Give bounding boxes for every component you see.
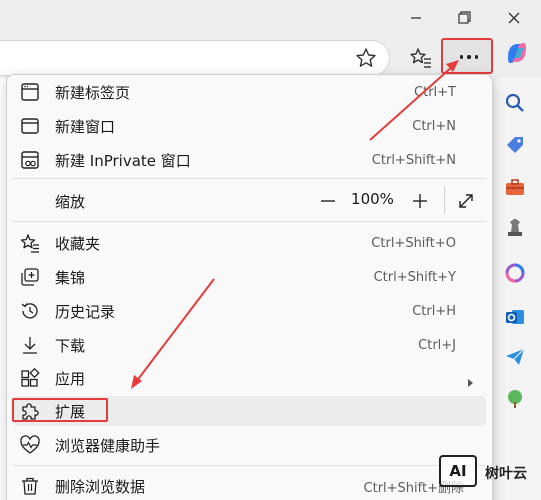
extensions-highlight-box (12, 398, 108, 422)
download-icon (19, 334, 41, 356)
favorites-bar-icon[interactable] (408, 45, 434, 71)
zoom-out-button[interactable] (318, 191, 338, 211)
menu-item-downloads[interactable]: 下载 Ctrl+J (13, 330, 486, 360)
restore-button[interactable] (450, 6, 478, 30)
menu-item-new-tab[interactable]: 新建标签页 Ctrl+T (13, 77, 486, 107)
history-icon (19, 300, 41, 322)
menu-item-shortcut: Ctrl+Shift+N (371, 152, 456, 168)
menu-item-browser-essentials[interactable]: 浏览器健康助手 (13, 430, 486, 460)
menu-item-clear-browsing-data[interactable]: 删除浏览数据 Ctrl+Shift+删除 (13, 471, 486, 500)
menu-item-label: 新建标签页 (55, 83, 131, 102)
chevron-right-icon (465, 373, 475, 387)
favorites-icon (19, 232, 41, 254)
menu-divider (13, 221, 486, 222)
menu-item-shortcut: Ctrl+T (414, 84, 456, 100)
menu-item-shortcut: Ctrl+Shift+Y (373, 269, 456, 285)
zoom-spacer (19, 190, 41, 212)
sidebar-send-icon[interactable] (504, 346, 526, 368)
sidebar-shopping-tag-icon[interactable] (504, 134, 526, 156)
add-favorite-star-icon[interactable] (354, 46, 378, 70)
menu-item-label: 新建窗口 (55, 117, 116, 136)
menu-item-shortcut: Ctrl+H (412, 303, 456, 319)
menu-item-label: 收藏夹 (55, 234, 101, 253)
sidebar-games-icon[interactable] (504, 216, 526, 238)
menu-item-label: 删除浏览数据 (55, 477, 146, 496)
zoom-level: 100% (351, 190, 394, 208)
sidebar-office-icon[interactable] (504, 262, 526, 284)
menu-item-shortcut: Ctrl+Shift+O (371, 235, 456, 251)
address-bar[interactable] (0, 40, 390, 76)
menu-item-shortcut: Ctrl+N (412, 118, 456, 134)
apps-icon (19, 367, 41, 389)
heart-pulse-icon (19, 434, 41, 456)
zoom-separator (444, 186, 445, 214)
menu-item-label: 新建 InPrivate 窗口 (55, 151, 191, 170)
new-tab-icon (19, 81, 41, 103)
minimize-button[interactable] (402, 6, 430, 30)
inprivate-icon (19, 149, 41, 171)
menu-item-collections[interactable]: 集锦 Ctrl+Shift+Y (13, 262, 486, 292)
menu-item-apps[interactable]: 应用 (13, 363, 486, 393)
menu-item-label: 应用 (55, 369, 86, 388)
menu-item-label: 浏览器健康助手 (55, 436, 161, 455)
menu-item-label: 集锦 (55, 268, 86, 287)
menu-item-label: 下载 (55, 336, 86, 355)
menu-item-favorites[interactable]: 收藏夹 Ctrl+Shift+O (13, 228, 486, 258)
menu-item-new-inprivate[interactable]: 新建 InPrivate 窗口 Ctrl+Shift+N (13, 145, 486, 175)
new-window-icon (19, 115, 41, 137)
sidebar-outlook-icon[interactable] (504, 306, 526, 328)
zoom-in-button[interactable] (410, 191, 430, 211)
watermark-text: 树叶云 (485, 466, 527, 482)
sidebar-search-icon[interactable] (504, 92, 526, 114)
trash-icon (19, 475, 41, 497)
sidebar-tools-icon[interactable] (504, 176, 526, 198)
fullscreen-button[interactable] (456, 191, 476, 211)
menu-item-shortcut: Ctrl+J (418, 337, 456, 353)
close-window-button[interactable] (500, 6, 528, 30)
watermark-badge: AI (439, 455, 477, 487)
more-button-highlight-box (441, 38, 493, 74)
menu-item-history[interactable]: 历史记录 Ctrl+H (13, 296, 486, 326)
menu-item-label: 历史记录 (55, 302, 116, 321)
sidebar-tree-icon[interactable] (504, 388, 526, 410)
menu-item-label: 扩展 (55, 402, 86, 421)
watermark-logo: AI 树叶云 (439, 455, 541, 495)
copilot-icon[interactable] (502, 38, 532, 68)
menu-divider (13, 465, 486, 466)
collections-icon (19, 266, 41, 288)
menu-divider (13, 178, 486, 179)
menu-item-new-window[interactable]: 新建窗口 Ctrl+N (13, 111, 486, 141)
